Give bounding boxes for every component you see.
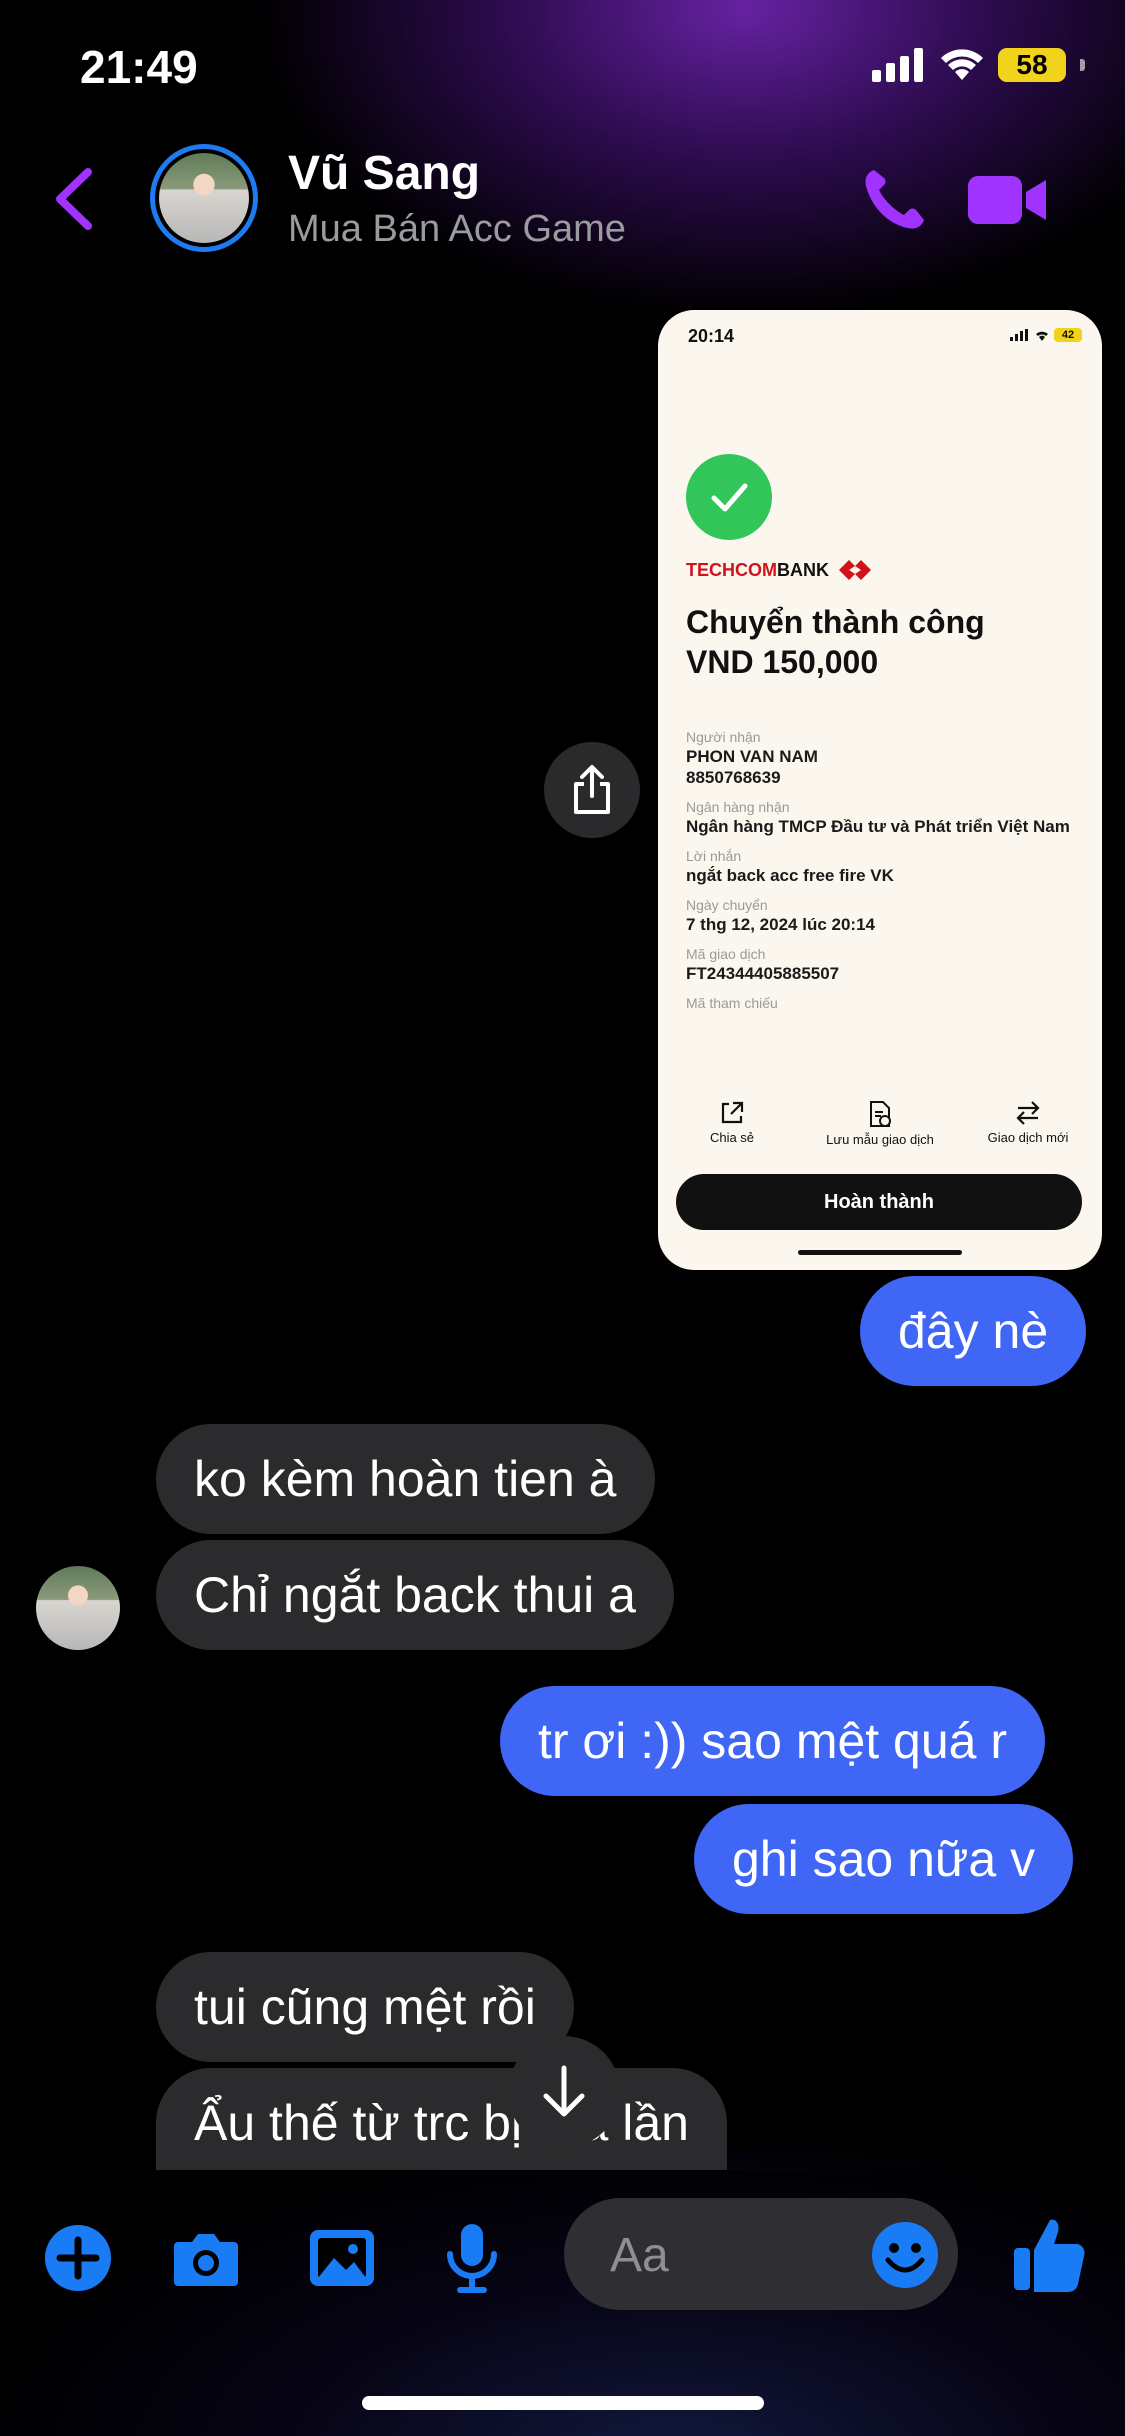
field-value: Ngân hàng TMCP Đầu tư và Phát triển Việt… — [686, 817, 1070, 836]
wifi-icon — [941, 49, 983, 80]
back-chevron-icon[interactable] — [48, 164, 102, 234]
arrow-down-icon — [543, 2065, 585, 2117]
emoji-icon[interactable] — [870, 2220, 940, 2290]
swap-arrows-icon — [1016, 1101, 1040, 1125]
receipt-signal-icon — [1010, 329, 1028, 341]
message-bubble-outgoing[interactable]: tr ơi :)) sao mệt quá r — [500, 1686, 1046, 1796]
message-bubble-incoming[interactable]: tui cũng mệt rồi — [156, 1952, 574, 2062]
transfer-amount: VND 150,000 — [686, 644, 879, 680]
bank-logo-text: TECHCOMBANK — [686, 559, 829, 580]
message-bubble-incoming[interactable]: Ẩu thế từ trc bị lừa lần — [156, 2068, 727, 2170]
field-value: 7 thg 12, 2024 lúc 20:14 — [686, 915, 875, 934]
shared-image-receipt[interactable]: 20:14 42 TECHCOMBANK Chuyển thành công V… — [658, 310, 1102, 1270]
field-label: Mã tham chiếu — [686, 995, 778, 1011]
success-check-icon — [686, 454, 772, 540]
receipt-actions: Chia sẻ Lưu mẫu giao dịch Giao dịch mới — [658, 1100, 1102, 1147]
save-template-label: Lưu mẫu giao dịch — [826, 1132, 934, 1147]
receipt-home-indicator — [798, 1250, 962, 1255]
receipt-fields: Người nhận PHON VAN NAM 8850768639 Ngân … — [686, 728, 1076, 1022]
field-value: ngắt back acc free fire VK — [686, 866, 894, 885]
video-call-icon[interactable] — [966, 170, 1048, 230]
done-button: Hoàn thành — [676, 1174, 1082, 1230]
home-indicator — [362, 2396, 764, 2410]
field-label: Mã giao dịch — [686, 946, 766, 962]
contact-name[interactable]: Vũ Sang — [288, 146, 480, 201]
receipt-battery-icon: 42 — [1054, 328, 1082, 342]
message-bubble-outgoing[interactable]: ghi sao nữa v — [694, 1804, 1074, 1914]
field-label: Ngày chuyển — [686, 897, 768, 913]
phone-call-icon[interactable] — [860, 164, 930, 234]
receipt-status-icons: 42 — [1010, 328, 1082, 342]
contact-subtitle: Mua Bán Acc Game — [288, 208, 626, 250]
receipt-wifi-icon — [1036, 331, 1048, 341]
share-action-label: Chia sẻ — [709, 1130, 755, 1145]
message-input-placeholder: Aa — [610, 2229, 669, 2282]
reference-field: Mã tham chiếu — [686, 994, 1076, 1012]
document-save-icon — [870, 1101, 891, 1127]
field-label: Ngân hàng nhận — [686, 799, 790, 815]
status-time: 21:49 — [80, 41, 198, 93]
share-icon — [574, 765, 610, 814]
field-value: FT24344405885507 — [686, 964, 840, 983]
contact-avatar[interactable] — [150, 144, 258, 252]
receiving-bank-field: Ngân hàng nhận Ngân hàng TMCP Đầu tư và … — [686, 798, 1076, 837]
share-image-button[interactable] — [544, 742, 640, 838]
bank-logo-mark-icon — [839, 560, 871, 580]
photo-gallery-icon[interactable] — [306, 2222, 378, 2294]
thumbs-up-icon[interactable] — [1012, 2214, 1086, 2294]
field-label: Lời nhắn — [686, 848, 742, 864]
battery-icon: 58 — [998, 48, 1066, 82]
receipt-status-time: 20:14 — [688, 326, 735, 346]
field-value: PHON VAN NAM 8850768639 — [686, 747, 818, 787]
recipient-field: Người nhận PHON VAN NAM 8850768639 — [686, 728, 1076, 788]
message-input[interactable]: Aa — [564, 2198, 958, 2310]
techcombank-logo: TECHCOMBANK — [686, 558, 873, 582]
new-transaction-action: Giao dịch mới — [958, 1100, 1098, 1147]
camera-icon[interactable] — [170, 2222, 242, 2294]
message-bubble-incoming[interactable]: ko kèm hoàn tien à — [156, 1424, 655, 1534]
chat-header: Vũ Sang Mua Bán Acc Game — [0, 128, 1125, 268]
avatar-image — [159, 153, 249, 243]
status-icons: 58 — [872, 48, 1085, 82]
microphone-icon[interactable] — [436, 2222, 508, 2294]
new-transaction-label: Giao dịch mới — [987, 1130, 1069, 1145]
share-action: Chia sẻ — [662, 1100, 802, 1147]
cellular-signal-icon — [872, 48, 923, 82]
external-share-icon — [721, 1101, 744, 1124]
transfer-status-text: Chuyển thành công — [686, 604, 985, 640]
message-bubble-incoming[interactable]: Chỉ ngắt back thui a — [156, 1540, 674, 1650]
message-field: Lời nhắn ngắt back acc free fire VK — [686, 847, 1076, 886]
transaction-id-field: Mã giao dịch FT24344405885507 — [686, 945, 1076, 984]
message-bubble-outgoing[interactable]: đây nè — [860, 1276, 1087, 1386]
scroll-to-bottom-button[interactable] — [508, 2036, 620, 2148]
battery-cap — [1080, 59, 1085, 71]
save-template-action: Lưu mẫu giao dịch — [810, 1100, 950, 1147]
receipt-title: Chuyển thành công VND 150,000 — [686, 602, 1086, 682]
date-field: Ngày chuyển 7 thg 12, 2024 lúc 20:14 — [686, 896, 1076, 935]
field-label: Người nhận — [686, 729, 761, 745]
sender-avatar[interactable] — [36, 1566, 120, 1650]
plus-circle-icon[interactable] — [42, 2222, 114, 2294]
